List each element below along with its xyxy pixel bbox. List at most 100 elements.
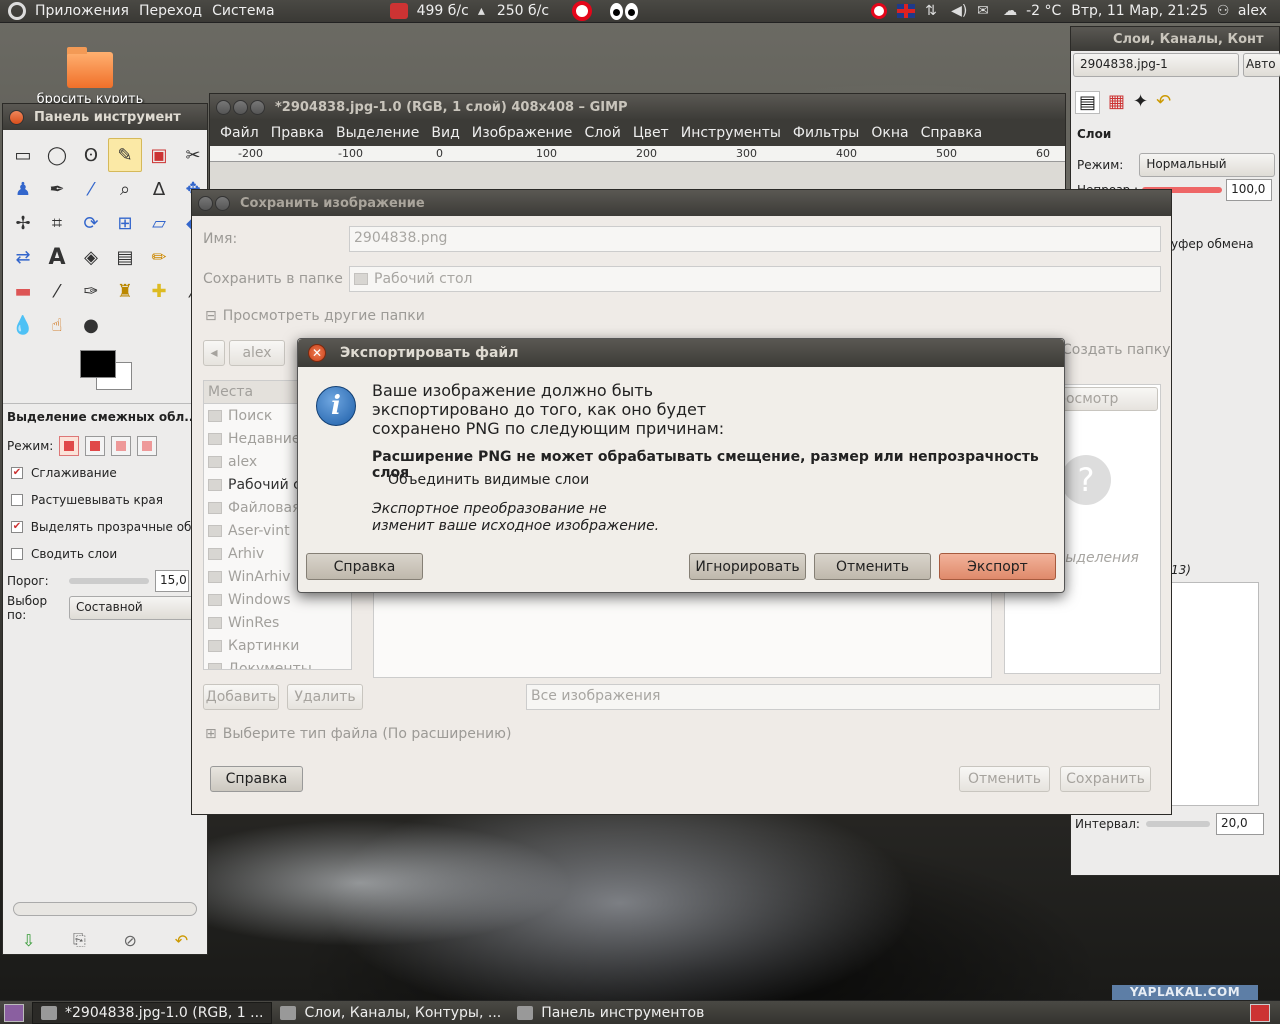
menu-view[interactable]: Вид [425, 125, 465, 141]
gimp-titlebar[interactable]: *2904838.jpg-1.0 (RGB, 1 слой) 408x408 –… [210, 94, 1065, 120]
ignore-button[interactable]: Игнорировать [689, 553, 806, 580]
filename-input[interactable]: 2904838.png [349, 226, 1161, 252]
color-select-icon[interactable]: ▣ [142, 138, 176, 172]
network-monitor-icon[interactable] [389, 3, 408, 19]
channels-tab-icon[interactable]: ▦ [1108, 91, 1125, 114]
ubuntu-logo-icon[interactable] [8, 2, 26, 20]
path-back-button[interactable]: ◂ [203, 340, 225, 366]
eraser-icon[interactable]: ▬ [6, 274, 40, 308]
export-titlebar[interactable]: ✕ Экспортировать файл [298, 339, 1064, 367]
file-type-toggle[interactable]: Выберите тип файла (По расширению) [223, 726, 512, 742]
expand-icon[interactable]: ⊟ [205, 308, 217, 324]
blur-icon[interactable]: 💧 [6, 308, 40, 342]
mode-intersect-button[interactable] [137, 435, 158, 456]
remove-button[interactable]: Удалить [287, 684, 363, 710]
mode-subtract-button[interactable] [111, 435, 132, 456]
shear-icon[interactable]: ▱ [142, 206, 176, 240]
places-item[interactable]: WinRes [204, 611, 351, 634]
color-swatches[interactable] [77, 345, 207, 395]
toolbox-scrollbar[interactable] [13, 902, 197, 916]
taskbar-item-gimp[interactable]: *2904838.jpg-1.0 (RGB, 1 ... [32, 1001, 273, 1024]
places-item[interactable]: Документы [204, 657, 351, 669]
export-cancel-button[interactable]: Отменить [814, 553, 931, 580]
toolbox-titlebar[interactable]: Панель инструмент [3, 104, 207, 130]
brushes-grid[interactable] [1171, 582, 1259, 806]
menu-help[interactable]: Справка [915, 125, 989, 141]
weather-temp[interactable]: -2 °C [1021, 3, 1066, 19]
opera-tray-icon[interactable] [871, 3, 888, 19]
filter-combo[interactable]: Все изображения [526, 684, 1160, 710]
clock[interactable]: Втр, 11 Мар, 21:25 [1066, 3, 1213, 19]
places-item[interactable]: Картинки [204, 634, 351, 657]
menu-tools[interactable]: Инструменты [675, 125, 787, 141]
bucket-fill-icon[interactable]: ◈ [74, 240, 108, 274]
menu-places[interactable]: Переход [134, 3, 207, 19]
image-combo[interactable]: 2904838.jpg-1 [1073, 53, 1239, 77]
rotate-icon[interactable]: ⟳ [74, 206, 108, 240]
reset-options-icon[interactable]: ↶ [175, 931, 188, 950]
taskbar-item-layers[interactable]: Слои, Каналы, Контуры, ... [272, 1002, 509, 1024]
airbrush-icon[interactable]: ⁄ [40, 274, 74, 308]
mode-add-button[interactable] [85, 435, 106, 456]
ink-icon[interactable]: ✑ [74, 274, 108, 308]
expand-icon[interactable]: ⊞ [205, 726, 217, 742]
measure-icon[interactable]: ∆ [142, 172, 176, 206]
export-help-button[interactable]: Справка [306, 553, 423, 580]
spacing-slider[interactable] [1145, 821, 1210, 827]
workspace-switcher[interactable] [1250, 1003, 1270, 1022]
close-icon[interactable] [198, 195, 213, 211]
foreground-color[interactable] [80, 350, 116, 378]
menu-filters[interactable]: Фильтры [787, 125, 865, 141]
paths-tab-icon[interactable]: ✦ [1133, 91, 1148, 114]
folder-combo[interactable]: Рабочий стол [349, 266, 1161, 292]
close-icon[interactable] [216, 99, 231, 115]
rect-select-icon[interactable]: ▭ [6, 138, 40, 172]
menu-windows[interactable]: Окна [865, 125, 914, 141]
export-button[interactable]: Экспорт [939, 553, 1056, 580]
minimize-icon[interactable] [233, 99, 248, 115]
close-icon[interactable] [9, 109, 24, 125]
mail-icon[interactable]: ✉ [977, 3, 995, 19]
path-alex-button[interactable]: alex [229, 340, 285, 366]
menu-edit[interactable]: Правка [265, 125, 330, 141]
threshold-slider[interactable] [69, 577, 149, 584]
threshold-input[interactable]: 15,0 [155, 569, 189, 592]
maximize-icon[interactable] [250, 99, 265, 115]
scissors-icon[interactable]: ✂ [176, 138, 210, 172]
mode-replace-button[interactable] [59, 435, 80, 456]
foreground-select-icon[interactable]: ♟ [6, 172, 40, 206]
antialias-checkbox[interactable]: ✔ [11, 466, 23, 479]
save-help-button[interactable]: Справка [210, 766, 303, 792]
spacing-input[interactable]: 20,0 [1215, 813, 1264, 835]
opacity-input[interactable]: 100,0 [1226, 179, 1273, 201]
maximize-icon[interactable] [215, 195, 230, 211]
show-desktop-icon[interactable] [4, 1003, 24, 1022]
sample-merged-checkbox[interactable] [11, 547, 23, 560]
file-list[interactable] [373, 590, 992, 678]
paths-icon[interactable]: ✒ [40, 172, 74, 206]
close-icon[interactable]: ✕ [308, 344, 326, 362]
taskbar-item-toolbox[interactable]: Панель инструментов [509, 1002, 712, 1024]
user-name[interactable]: alex [1233, 3, 1272, 19]
clone-icon[interactable]: ♜ [108, 274, 142, 308]
menu-applications[interactable]: Приложения [30, 3, 134, 19]
save-dialog-titlebar[interactable]: Сохранить изображение [192, 190, 1171, 216]
text-icon[interactable]: A [40, 240, 74, 274]
menu-layer[interactable]: Слой [578, 125, 626, 141]
layer-mode-combo[interactable]: Нормальный [1139, 153, 1276, 177]
pencil-icon[interactable]: ✏ [142, 240, 176, 274]
select-transparent-checkbox[interactable]: ✔ [11, 520, 23, 533]
delete-options-icon[interactable]: ⊘ [124, 931, 137, 950]
fuzzy-select-icon[interactable]: ✎ [108, 138, 142, 172]
smudge-icon[interactable]: ☝ [40, 308, 74, 342]
menu-select[interactable]: Выделение [330, 125, 425, 141]
color-picker-icon[interactable]: ⁄ [74, 172, 108, 206]
align-icon[interactable]: ✢ [6, 206, 40, 240]
dodge-burn-icon[interactable]: ● [74, 308, 108, 342]
menu-file[interactable]: Файл [214, 125, 265, 141]
layers-tab-icon[interactable]: ▤ [1075, 91, 1101, 114]
save-options-icon[interactable]: ⇩ [22, 931, 35, 950]
volume-icon[interactable]: ◀) [951, 3, 969, 19]
menu-system[interactable]: Система [207, 3, 279, 19]
zoom-icon[interactable]: ⌕ [108, 172, 142, 206]
